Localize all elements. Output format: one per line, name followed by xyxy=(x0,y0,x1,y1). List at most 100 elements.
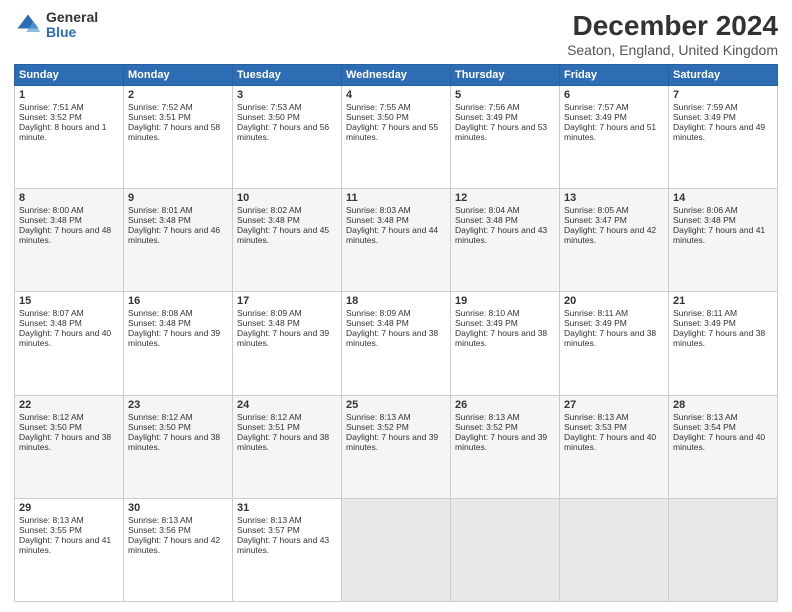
sunset: Sunset: 3:48 PM xyxy=(673,215,736,225)
logo: General Blue xyxy=(14,10,98,41)
daylight: Daylight: 7 hours and 42 minutes. xyxy=(564,225,656,245)
sunset: Sunset: 3:53 PM xyxy=(564,422,627,432)
col-tuesday: Tuesday xyxy=(233,65,342,86)
sunrise: Sunrise: 8:01 AM xyxy=(128,205,193,215)
day-number: 2 xyxy=(128,89,228,101)
sunset: Sunset: 3:54 PM xyxy=(673,422,736,432)
daylight: Daylight: 7 hours and 39 minutes. xyxy=(346,432,438,452)
table-row: 30Sunrise: 8:13 AMSunset: 3:56 PMDayligh… xyxy=(124,498,233,601)
table-row: 11Sunrise: 8:03 AMSunset: 3:48 PMDayligh… xyxy=(342,189,451,292)
sunrise: Sunrise: 8:10 AM xyxy=(455,308,520,318)
sunset: Sunset: 3:48 PM xyxy=(237,318,300,328)
sunrise: Sunrise: 8:08 AM xyxy=(128,308,193,318)
sunrise: Sunrise: 8:09 AM xyxy=(346,308,411,318)
sunrise: Sunrise: 7:56 AM xyxy=(455,102,520,112)
table-row: 5Sunrise: 7:56 AMSunset: 3:49 PMDaylight… xyxy=(451,86,560,189)
table-row: 6Sunrise: 7:57 AMSunset: 3:49 PMDaylight… xyxy=(560,86,669,189)
sunset: Sunset: 3:48 PM xyxy=(128,318,191,328)
table-row xyxy=(342,498,451,601)
day-number: 23 xyxy=(128,399,228,411)
daylight: Daylight: 7 hours and 40 minutes. xyxy=(19,328,111,348)
sunrise: Sunrise: 8:13 AM xyxy=(673,412,738,422)
sunrise: Sunrise: 8:12 AM xyxy=(19,412,84,422)
sunset: Sunset: 3:50 PM xyxy=(237,112,300,122)
sunset: Sunset: 3:47 PM xyxy=(564,215,627,225)
daylight: Daylight: 7 hours and 38 minutes. xyxy=(346,328,438,348)
day-number: 26 xyxy=(455,399,555,411)
sunset: Sunset: 3:49 PM xyxy=(455,318,518,328)
table-row: 27Sunrise: 8:13 AMSunset: 3:53 PMDayligh… xyxy=(560,395,669,498)
daylight: Daylight: 7 hours and 40 minutes. xyxy=(564,432,656,452)
daylight: Daylight: 7 hours and 38 minutes. xyxy=(128,432,220,452)
day-number: 7 xyxy=(673,89,773,101)
sunset: Sunset: 3:55 PM xyxy=(19,525,82,535)
table-row: 14Sunrise: 8:06 AMSunset: 3:48 PMDayligh… xyxy=(669,189,778,292)
sunrise: Sunrise: 8:13 AM xyxy=(19,515,84,525)
day-number: 10 xyxy=(237,192,337,204)
daylight: Daylight: 7 hours and 40 minutes. xyxy=(673,432,765,452)
sunrise: Sunrise: 8:06 AM xyxy=(673,205,738,215)
daylight: Daylight: 7 hours and 38 minutes. xyxy=(673,328,765,348)
day-number: 11 xyxy=(346,192,446,204)
subtitle: Seaton, England, United Kingdom xyxy=(567,42,778,58)
table-row: 22Sunrise: 8:12 AMSunset: 3:50 PMDayligh… xyxy=(15,395,124,498)
sunset: Sunset: 3:52 PM xyxy=(19,112,82,122)
sunrise: Sunrise: 7:55 AM xyxy=(346,102,411,112)
day-number: 18 xyxy=(346,295,446,307)
sunset: Sunset: 3:49 PM xyxy=(455,112,518,122)
day-number: 24 xyxy=(237,399,337,411)
daylight: Daylight: 7 hours and 38 minutes. xyxy=(564,328,656,348)
table-row: 7Sunrise: 7:59 AMSunset: 3:49 PMDaylight… xyxy=(669,86,778,189)
daylight: Daylight: 7 hours and 46 minutes. xyxy=(128,225,220,245)
day-number: 25 xyxy=(346,399,446,411)
day-number: 20 xyxy=(564,295,664,307)
day-number: 3 xyxy=(237,89,337,101)
sunrise: Sunrise: 7:59 AM xyxy=(673,102,738,112)
sunrise: Sunrise: 8:04 AM xyxy=(455,205,520,215)
daylight: Daylight: 7 hours and 43 minutes. xyxy=(455,225,547,245)
daylight: Daylight: 7 hours and 42 minutes. xyxy=(128,535,220,555)
table-row: 20Sunrise: 8:11 AMSunset: 3:49 PMDayligh… xyxy=(560,292,669,395)
daylight: Daylight: 7 hours and 48 minutes. xyxy=(19,225,111,245)
day-number: 31 xyxy=(237,502,337,514)
day-number: 13 xyxy=(564,192,664,204)
sunrise: Sunrise: 8:13 AM xyxy=(128,515,193,525)
col-sunday: Sunday xyxy=(15,65,124,86)
main-title: December 2024 xyxy=(567,10,778,42)
day-number: 8 xyxy=(19,192,119,204)
day-number: 27 xyxy=(564,399,664,411)
daylight: Daylight: 7 hours and 44 minutes. xyxy=(346,225,438,245)
day-number: 1 xyxy=(19,89,119,101)
sunrise: Sunrise: 7:53 AM xyxy=(237,102,302,112)
sunrise: Sunrise: 7:51 AM xyxy=(19,102,84,112)
daylight: Daylight: 7 hours and 49 minutes. xyxy=(673,122,765,142)
table-row: 25Sunrise: 8:13 AMSunset: 3:52 PMDayligh… xyxy=(342,395,451,498)
table-row xyxy=(669,498,778,601)
table-row: 17Sunrise: 8:09 AMSunset: 3:48 PMDayligh… xyxy=(233,292,342,395)
sunset: Sunset: 3:48 PM xyxy=(19,215,82,225)
sunrise: Sunrise: 8:00 AM xyxy=(19,205,84,215)
sunrise: Sunrise: 8:02 AM xyxy=(237,205,302,215)
sunset: Sunset: 3:48 PM xyxy=(455,215,518,225)
day-number: 15 xyxy=(19,295,119,307)
table-row: 4Sunrise: 7:55 AMSunset: 3:50 PMDaylight… xyxy=(342,86,451,189)
daylight: Daylight: 7 hours and 43 minutes. xyxy=(237,535,329,555)
sunset: Sunset: 3:50 PM xyxy=(128,422,191,432)
sunset: Sunset: 3:52 PM xyxy=(455,422,518,432)
sunset: Sunset: 3:48 PM xyxy=(346,215,409,225)
table-row: 19Sunrise: 8:10 AMSunset: 3:49 PMDayligh… xyxy=(451,292,560,395)
day-number: 5 xyxy=(455,89,555,101)
day-number: 16 xyxy=(128,295,228,307)
sunset: Sunset: 3:48 PM xyxy=(128,215,191,225)
table-row: 24Sunrise: 8:12 AMSunset: 3:51 PMDayligh… xyxy=(233,395,342,498)
sunrise: Sunrise: 8:09 AM xyxy=(237,308,302,318)
table-row: 29Sunrise: 8:13 AMSunset: 3:55 PMDayligh… xyxy=(15,498,124,601)
sunset: Sunset: 3:51 PM xyxy=(128,112,191,122)
logo-icon xyxy=(14,11,42,39)
daylight: Daylight: 8 hours and 1 minute. xyxy=(19,122,106,142)
sunrise: Sunrise: 8:05 AM xyxy=(564,205,629,215)
daylight: Daylight: 7 hours and 39 minutes. xyxy=(237,328,329,348)
table-row: 26Sunrise: 8:13 AMSunset: 3:52 PMDayligh… xyxy=(451,395,560,498)
daylight: Daylight: 7 hours and 58 minutes. xyxy=(128,122,220,142)
table-row: 9Sunrise: 8:01 AMSunset: 3:48 PMDaylight… xyxy=(124,189,233,292)
